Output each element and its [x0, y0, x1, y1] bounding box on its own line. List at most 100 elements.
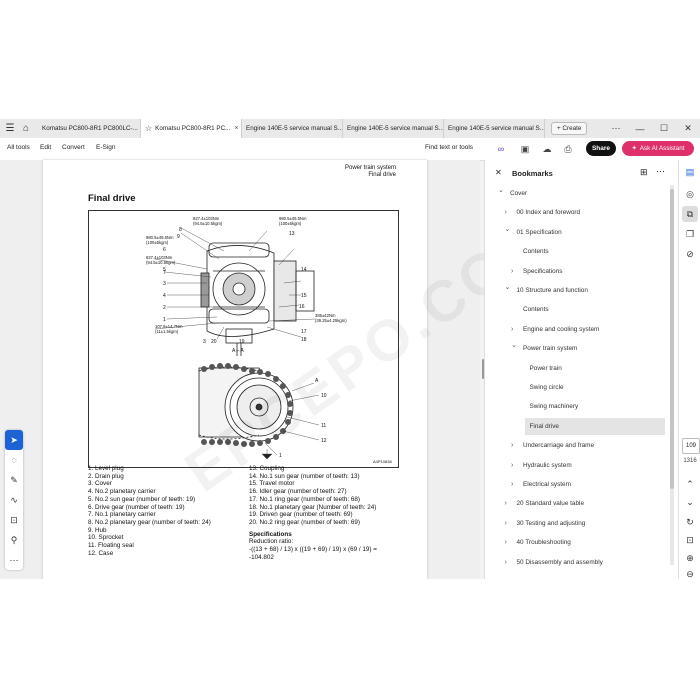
- share-button[interactable]: Share: [586, 141, 616, 156]
- chevron-right-icon[interactable]: ›: [511, 442, 513, 449]
- zoom-in-icon[interactable]: ⊕: [682, 550, 698, 566]
- bookmark-item[interactable]: › Specifications: [485, 263, 671, 280]
- chevron-right-icon[interactable]: ›: [511, 268, 513, 275]
- zoom-out-icon[interactable]: ⊖: [682, 566, 698, 579]
- print-icon[interactable]: ⎙: [561, 142, 575, 156]
- comment-icon[interactable]: ◌: [5, 450, 23, 470]
- stamp-icon[interactable]: ⚲: [5, 530, 23, 550]
- text-box-icon[interactable]: ⊡: [5, 510, 23, 530]
- next-page-icon[interactable]: ⌄: [682, 494, 698, 510]
- chevron-right-icon[interactable]: ›: [505, 209, 507, 216]
- document-viewer[interactable]: Power train system Final drive Final dri…: [0, 160, 566, 579]
- close-window-icon[interactable]: ✕: [676, 119, 700, 138]
- chevron-down-icon[interactable]: ⌄: [511, 341, 517, 349]
- bookmark-item[interactable]: › 20 Standard value table: [485, 495, 671, 512]
- bookmark-item[interactable]: Swing circle: [485, 379, 671, 396]
- ai-assistant-button[interactable]: ✦ Ask AI Assistant: [622, 141, 694, 156]
- draw-icon[interactable]: ∿: [5, 490, 23, 510]
- bookmark-item[interactable]: ⌄ 10 Structure and function: [485, 282, 671, 299]
- legend-item: 9. Hub: [88, 526, 107, 534]
- bookmark-item[interactable]: › Electrical system: [485, 476, 671, 493]
- tab-document-2[interactable]: ☆ Komatsu PC800-8R1 PC... ×: [141, 119, 242, 138]
- convert-menu[interactable]: Convert: [62, 144, 85, 151]
- chevron-right-icon[interactable]: ›: [511, 326, 513, 333]
- tab-document-5[interactable]: Engine 140E-5 service manual S...: [444, 119, 545, 138]
- bookmark-item[interactable]: Contents: [485, 243, 671, 260]
- hamburger-menu-icon[interactable]: ☰: [2, 119, 18, 138]
- callout-20: 20: [211, 339, 217, 345]
- ai-icon: ✦: [631, 145, 637, 152]
- bookmark-label: Swing circle: [529, 384, 564, 391]
- maximize-icon[interactable]: ☐: [652, 119, 676, 138]
- find-text-button[interactable]: Find text or tools: [425, 144, 473, 151]
- bookmark-item[interactable]: Contents: [485, 301, 671, 318]
- star-icon[interactable]: ☆: [145, 124, 152, 133]
- bookmark-item[interactable]: › Hydraulic system: [485, 457, 671, 474]
- chevron-right-icon[interactable]: ›: [505, 500, 507, 507]
- chevron-right-icon[interactable]: ›: [505, 559, 507, 566]
- chevron-down-icon[interactable]: ⌄: [505, 283, 511, 291]
- header-subsection: Final drive: [368, 172, 396, 178]
- chevron-right-icon[interactable]: ›: [511, 462, 513, 469]
- all-tools-menu[interactable]: All tools: [7, 144, 30, 151]
- create-tab-button[interactable]: + Create: [551, 122, 588, 135]
- bookmark-item[interactable]: › 30 Testing and adjusting: [485, 515, 671, 532]
- edit-menu[interactable]: Edit: [40, 144, 51, 151]
- callout-3: 3: [163, 281, 166, 287]
- chevron-right-icon[interactable]: ›: [505, 520, 507, 527]
- select-cursor-icon[interactable]: ➤: [5, 430, 23, 450]
- bookmarks-title: Bookmarks: [512, 169, 553, 178]
- minimize-icon[interactable]: —: [628, 119, 652, 138]
- bookmark-item[interactable]: › 40 Troubleshooting: [485, 534, 671, 551]
- upload-cloud-icon[interactable]: ☁: [540, 142, 554, 156]
- home-icon[interactable]: ⌂: [18, 119, 34, 138]
- legend-item: 13. Coupling: [249, 465, 285, 472]
- close-tab-icon[interactable]: ×: [234, 125, 238, 132]
- spec-line: Reduction ratio:: [249, 538, 294, 546]
- bookmarks-icon[interactable]: ⧉: [682, 206, 698, 222]
- scrollbar-thumb[interactable]: [670, 189, 674, 489]
- save-icon[interactable]: ▣: [518, 142, 532, 156]
- page-number-input[interactable]: 109: [682, 438, 700, 454]
- bookmark-item[interactable]: Power train: [485, 360, 671, 377]
- bookmark-item[interactable]: ⌄ Power train system: [485, 340, 671, 357]
- bookmark-label: 40 Troubleshooting: [516, 539, 571, 547]
- bookmark-item[interactable]: › Engine and cooling system: [485, 321, 671, 338]
- bookmark-item[interactable]: › Undercarriage and frame: [485, 437, 671, 454]
- bookmark-item[interactable]: Final drive: [524, 417, 665, 435]
- tab-label: Engine 140E-5 service manual S...: [246, 125, 343, 132]
- pages-icon[interactable]: ❐: [682, 226, 698, 242]
- tab-document-3[interactable]: Engine 140E-5 service manual S...: [242, 119, 343, 138]
- more-tools-icon[interactable]: ⋯: [5, 550, 23, 570]
- bookmark-item[interactable]: › 50 Disassembly and assembly: [485, 554, 671, 571]
- highlight-pen-icon[interactable]: ✎: [5, 470, 23, 490]
- ai-sparkle-icon[interactable]: ∞: [494, 142, 508, 156]
- previous-page-icon[interactable]: ⌃: [682, 476, 698, 492]
- chevron-down-icon[interactable]: ⌄: [498, 186, 504, 194]
- attachments-icon[interactable]: ⊘: [682, 246, 698, 262]
- tab-document-1[interactable]: Komatsu PC800-8R1 PC800LC-...: [38, 119, 141, 138]
- rotate-icon[interactable]: ↻: [682, 514, 698, 530]
- chevron-right-icon[interactable]: ›: [505, 539, 507, 546]
- ai-chat-icon[interactable]: ◎: [682, 186, 698, 202]
- bookmark-item[interactable]: Swing machinery: [485, 398, 671, 415]
- specifications-heading: Specifications: [249, 530, 292, 538]
- chevron-right-icon[interactable]: ›: [511, 481, 513, 488]
- bookmark-options-icon[interactable]: ⋯: [656, 166, 665, 177]
- comments-icon[interactable]: ▤: [682, 164, 698, 180]
- bookmark-label: Engine and cooling system: [523, 325, 600, 333]
- tab-document-4[interactable]: Engine 140E-5 service manual S...: [343, 119, 444, 138]
- bookmark-item[interactable]: ⌄ Cover: [485, 185, 671, 202]
- bookmarks-header: ✕ Bookmarks ⊞ ⋯: [485, 160, 679, 185]
- spec-line: -104.802: [249, 553, 274, 561]
- close-panel-icon[interactable]: ✕: [495, 168, 502, 177]
- more-options-icon[interactable]: ⋯: [604, 119, 628, 138]
- bookmarks-scrollbar[interactable]: [670, 185, 674, 565]
- add-bookmark-icon[interactable]: ⊞: [640, 167, 648, 178]
- bookmark-item[interactable]: ⌄ 01 Specification: [485, 224, 671, 241]
- right-tool-rail: ▤ ◎ ⧉ ❐ ⊘ 109 1316 ⌃ ⌄ ↻ ⊡ ⊕ ⊖: [678, 160, 700, 579]
- esign-menu[interactable]: E-Sign: [96, 144, 116, 151]
- fit-page-icon[interactable]: ⊡: [682, 532, 698, 548]
- chevron-down-icon[interactable]: ⌄: [505, 225, 511, 233]
- bookmark-item[interactable]: › 00 Index and foreword: [485, 204, 671, 221]
